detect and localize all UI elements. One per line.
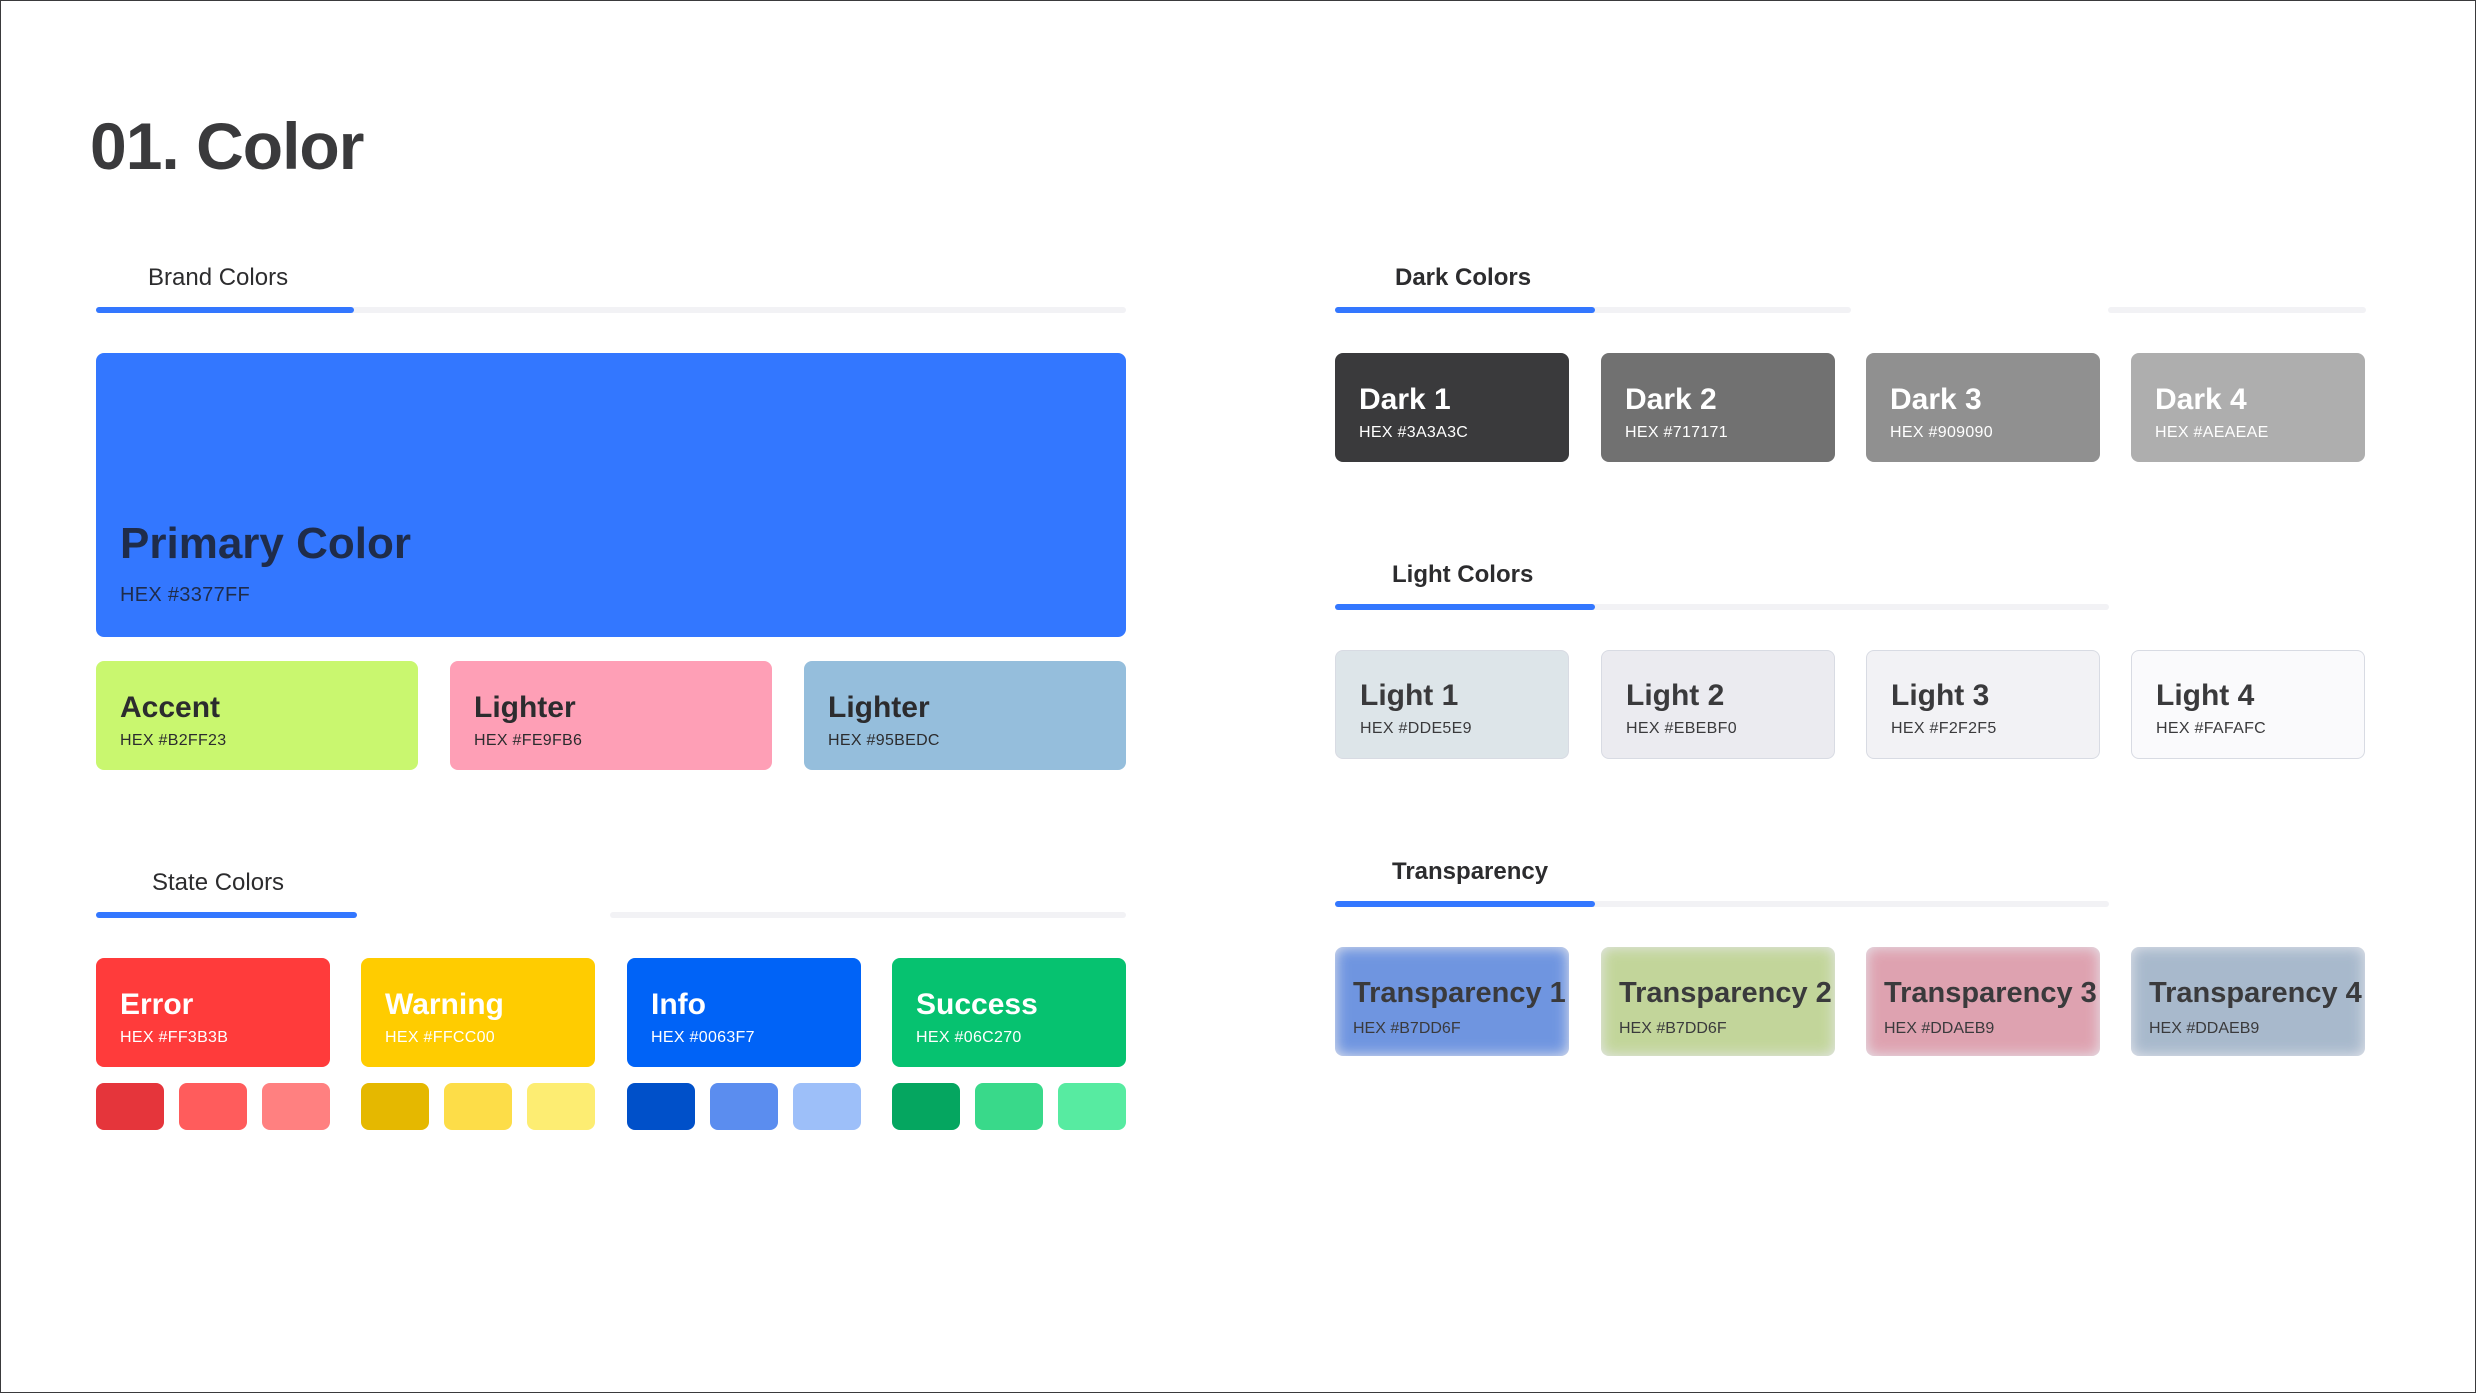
transparency-1-label: Transparency 1 HEX #B7DD6F [1353, 977, 1566, 1038]
brand-colors-tab-indicator [96, 307, 354, 313]
transparency-3-hex: HEX #DDAEB9 [1884, 1020, 1995, 1037]
transparency-2-swatch[interactable]: Transparency 2 HEX #B7DD6F [1601, 947, 1835, 1056]
info-shade-3-swatch[interactable] [793, 1083, 861, 1130]
primary-color-swatch[interactable]: Primary Color HEX #3377FF [96, 353, 1126, 637]
lighter-blue-hex: HEX #95BEDC [828, 732, 940, 749]
lighter-pink-swatch[interactable]: Lighter HEX #FE9FB6 [450, 661, 772, 770]
error-shade-2-swatch[interactable] [179, 1083, 247, 1130]
dark-colors-heading: Dark Colors [1395, 264, 1532, 291]
warning-color-swatch[interactable]: Warning HEX #FFCC00 [361, 958, 595, 1067]
transparency-3-label: Transparency 3 HEX #DDAEB9 [1884, 977, 2097, 1038]
error-shade-3-swatch[interactable] [262, 1083, 330, 1130]
dark-4-name: Dark 4 [2155, 383, 2247, 416]
dark-2-name: Dark 2 [1625, 383, 1717, 416]
transparency-tab-indicator [1335, 901, 1595, 907]
success-color-swatch[interactable]: Success HEX #06C270 [892, 958, 1126, 1067]
dark-1-swatch[interactable]: Dark 1 HEX #3A3A3C [1335, 353, 1569, 462]
success-shade-3-swatch[interactable] [1058, 1083, 1126, 1130]
warning-shade-2-swatch[interactable] [444, 1083, 512, 1130]
transparency-3-swatch[interactable]: Transparency 3 HEX #DDAEB9 [1866, 947, 2100, 1056]
info-shade-1-swatch[interactable] [627, 1083, 695, 1130]
light-4-name: Light 4 [2156, 679, 2255, 712]
transparency-heading: Transparency [1392, 858, 1549, 885]
light-2-hex: HEX #EBEBF0 [1626, 720, 1737, 737]
light-2-name: Light 2 [1626, 679, 1725, 712]
dark-3-swatch[interactable]: Dark 3 HEX #909090 [1866, 353, 2100, 462]
error-shade-1-swatch[interactable] [96, 1083, 164, 1130]
light-1-name: Light 1 [1360, 679, 1459, 712]
error-color-name: Error [120, 988, 194, 1021]
primary-color-hex: HEX #3377FF [120, 584, 251, 606]
transparency-2-label: Transparency 2 HEX #B7DD6F [1619, 977, 1832, 1038]
transparency-1-name: Transparency 1 [1353, 977, 1566, 1010]
light-4-hex: HEX #FAFAFC [2156, 720, 2266, 737]
transparency-2-name: Transparency 2 [1619, 977, 1832, 1010]
lighter-blue-name: Lighter [828, 691, 930, 724]
dark-2-swatch[interactable]: Dark 2 HEX #717171 [1601, 353, 1835, 462]
state-colors-tab-indicator [96, 912, 357, 918]
accent-color-hex: HEX #B2FF23 [120, 732, 227, 749]
light-colors-tab-indicator [1335, 604, 1595, 610]
error-color-swatch[interactable]: Error HEX #FF3B3B [96, 958, 330, 1067]
dark-4-hex: HEX #AEAEAE [2155, 424, 2269, 441]
primary-color-name: Primary Color [120, 518, 411, 568]
accent-color-name: Accent [120, 691, 221, 724]
lighter-blue-swatch[interactable]: Lighter HEX #95BEDC [804, 661, 1126, 770]
warning-shade-3-swatch[interactable] [527, 1083, 595, 1130]
page-title: 01. Color [90, 109, 364, 183]
success-color-name: Success [916, 988, 1038, 1021]
transparency-1-swatch[interactable]: Transparency 1 HEX #B7DD6F [1335, 947, 1569, 1056]
transparency-1-hex: HEX #B7DD6F [1353, 1020, 1461, 1037]
error-color-hex: HEX #FF3B3B [120, 1029, 229, 1046]
success-color-hex: HEX #06C270 [916, 1029, 1022, 1046]
lighter-pink-hex: HEX #FE9FB6 [474, 732, 583, 749]
light-2-swatch[interactable]: Light 2 HEX #EBEBF0 [1601, 650, 1835, 759]
transparency-4-label: Transparency 4 HEX #DDAEB9 [2149, 977, 2362, 1038]
state-colors-heading: State Colors [152, 869, 285, 896]
light-1-swatch[interactable]: Light 1 HEX #DDE5E9 [1335, 650, 1569, 759]
brand-colors-heading: Brand Colors [148, 264, 289, 291]
dark-colors-tab-indicator [1335, 307, 1595, 313]
lighter-pink-name: Lighter [474, 691, 576, 724]
dark-colors-track-b [2108, 307, 2366, 313]
info-color-hex: HEX #0063F7 [651, 1029, 755, 1046]
dark-4-swatch[interactable]: Dark 4 HEX #AEAEAE [2131, 353, 2365, 462]
light-4-swatch[interactable]: Light 4 HEX #FAFAFC [2131, 650, 2365, 759]
dark-3-name: Dark 3 [1890, 383, 1982, 416]
info-shade-2-swatch[interactable] [710, 1083, 778, 1130]
success-shade-2-swatch[interactable] [975, 1083, 1043, 1130]
dark-2-hex: HEX #717171 [1625, 424, 1728, 441]
light-1-hex: HEX #DDE5E9 [1360, 720, 1472, 737]
success-shade-1-swatch[interactable] [892, 1083, 960, 1130]
state-colors-track [610, 912, 1126, 918]
light-3-name: Light 3 [1891, 679, 1990, 712]
dark-1-hex: HEX #3A3A3C [1359, 424, 1469, 441]
light-colors-heading: Light Colors [1392, 561, 1534, 588]
dark-3-hex: HEX #909090 [1890, 424, 1993, 441]
transparency-3-name: Transparency 3 [1884, 977, 2097, 1010]
info-color-swatch[interactable]: Info HEX #0063F7 [627, 958, 861, 1067]
light-3-hex: HEX #F2F2F5 [1891, 720, 1997, 737]
warning-shade-1-swatch[interactable] [361, 1083, 429, 1130]
warning-color-hex: HEX #FFCC00 [385, 1029, 495, 1046]
dark-1-name: Dark 1 [1359, 383, 1451, 416]
light-3-swatch[interactable]: Light 3 HEX #F2F2F5 [1866, 650, 2100, 759]
warning-color-name: Warning [385, 988, 504, 1021]
info-color-name: Info [651, 988, 706, 1021]
transparency-4-hex: HEX #DDAEB9 [2149, 1020, 2260, 1037]
transparency-4-swatch[interactable]: Transparency 4 HEX #DDAEB9 [2131, 947, 2365, 1056]
transparency-4-name: Transparency 4 [2149, 977, 2362, 1010]
transparency-2-hex: HEX #B7DD6F [1619, 1020, 1727, 1037]
accent-color-swatch[interactable]: Accent HEX #B2FF23 [96, 661, 418, 770]
